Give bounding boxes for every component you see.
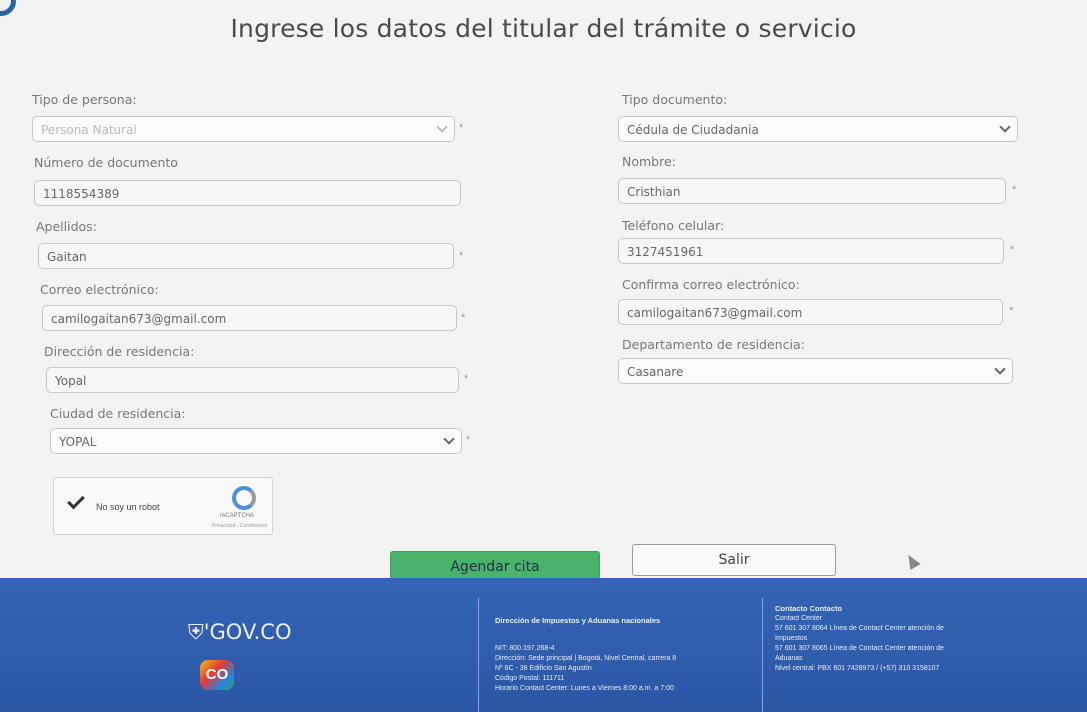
chevron-down-icon xyxy=(436,121,448,133)
required-mark: * xyxy=(459,250,464,262)
footer-contact-line: 57 601 307 8065 Línea de Contact Center … xyxy=(775,645,944,652)
numero-documento-input[interactable]: 1118554389 xyxy=(34,180,461,206)
chevron-down-icon xyxy=(999,121,1011,133)
correo-label: Correo electrónico: xyxy=(40,282,159,297)
required-mark: * xyxy=(1009,305,1014,317)
recaptcha-brand: reCAPTCHA xyxy=(220,513,255,519)
recaptcha-widget[interactable]: No soy un robot reCAPTCHA Privacidad - C… xyxy=(53,477,273,535)
ciudad-value: YOPAL xyxy=(59,435,97,449)
telefono-label: Teléfono celular: xyxy=(622,218,725,233)
govco-logo[interactable]: ⛨'GOV.CO xyxy=(188,620,292,645)
ciudad-select[interactable]: YOPAL xyxy=(50,428,462,454)
chevron-down-icon xyxy=(994,363,1006,375)
departamento-select[interactable]: Casanare xyxy=(618,358,1013,384)
tipo-documento-label: Tipo documento: xyxy=(622,92,728,107)
confirma-correo-input[interactable]: camilogaitan673@gmail.com xyxy=(618,299,1003,325)
footer: ⛨'GOV.CO CO Dirección de Impuestos y Adu… xyxy=(0,578,1087,712)
govco-logo-text: GOV.CO xyxy=(209,620,292,644)
telefono-input[interactable]: 3127451961 xyxy=(618,238,1004,264)
page-title: Ingrese los datos del titular del trámit… xyxy=(230,14,857,43)
required-mark: * xyxy=(459,122,464,134)
nombre-label: Nombre: xyxy=(622,154,676,169)
footer-entity-line: Horario Contact Center: Lunes a Viernes … xyxy=(495,685,674,692)
recaptcha-footer: Privacidad - Condiciones xyxy=(212,523,268,529)
required-mark: * xyxy=(1012,184,1017,196)
footer-divider xyxy=(478,598,479,712)
footer-divider xyxy=(762,598,763,712)
footer-entity-title: Dirección de Impuestos y Aduanas naciona… xyxy=(495,616,661,625)
footer-contact-title: Contacto Contacto xyxy=(775,604,843,613)
ciudad-label: Ciudad de residencia: xyxy=(50,406,186,421)
confirma-correo-label: Confirma correo electrónico: xyxy=(622,277,800,292)
apellidos-label: Apellidos: xyxy=(36,219,97,234)
footer-entity-line: Dirección: Sede principal | Bogotá, Nive… xyxy=(495,655,677,662)
apellidos-input[interactable]: Gaitan xyxy=(38,243,454,269)
correo-input[interactable]: camilogaitan673@gmail.com xyxy=(42,305,457,331)
recaptcha-label: No soy un robot xyxy=(96,502,160,512)
recaptcha-logo-icon xyxy=(232,486,256,510)
mouse-cursor-icon xyxy=(903,551,921,571)
numero-documento-label: Número de documento xyxy=(34,155,178,170)
tipo-documento-select[interactable]: Cédula de Ciudadania xyxy=(618,116,1018,142)
footer-contact-line: Impuestos xyxy=(775,635,808,642)
departamento-label: Departamento de residencia: xyxy=(622,337,805,352)
tipo-persona-label: Tipo de persona: xyxy=(32,92,137,107)
departamento-value: Casanare xyxy=(627,365,684,379)
chevron-down-icon xyxy=(443,433,455,445)
required-mark: * xyxy=(464,373,469,385)
direccion-input[interactable]: Yopal xyxy=(46,367,459,393)
required-mark: * xyxy=(461,312,466,324)
co-brand-logo: CO xyxy=(200,660,234,690)
footer-contact-line: Nivel central: PBX 601 7428973 / (+57) 3… xyxy=(775,665,940,672)
salir-button[interactable]: Salir xyxy=(632,544,836,576)
nombre-input[interactable]: Cristhian xyxy=(618,178,1006,204)
footer-entity-line: Código Postal: 111711 xyxy=(495,675,565,682)
checkmark-icon xyxy=(67,491,85,510)
tipo-persona-select[interactable]: Persona Natural xyxy=(32,116,455,142)
footer-entity-line: Nº 6C - 38 Edificio San Agustín xyxy=(495,665,592,672)
footer-contact-line: Contact Center xyxy=(775,615,823,622)
footer-contact-line: Aduanas xyxy=(775,655,803,662)
required-mark: * xyxy=(1010,244,1015,256)
required-mark: * xyxy=(466,434,471,446)
footer-entity-line: NIT: 800.197.268-4 xyxy=(495,645,555,652)
shield-icon: ⛨' xyxy=(188,620,210,644)
tipo-persona-value: Persona Natural xyxy=(41,123,137,137)
footer-contact-line: 57 601 307 8064 Línea de Contact Center … xyxy=(775,625,944,632)
direccion-label: Dirección de residencia: xyxy=(44,344,195,359)
tipo-documento-value: Cédula de Ciudadania xyxy=(627,123,759,137)
